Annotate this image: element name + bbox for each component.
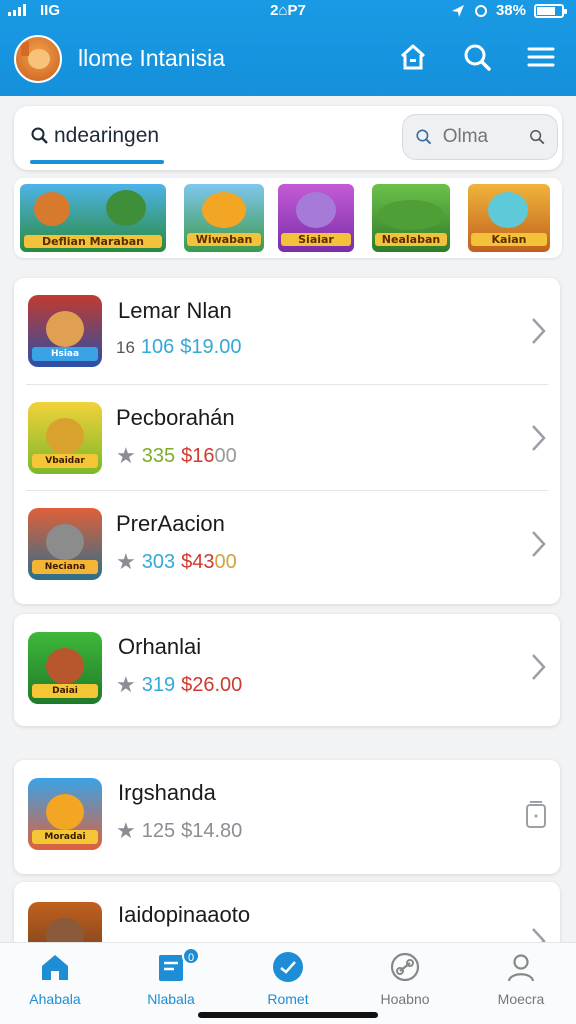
featured-label: Wiwaban [187, 233, 261, 246]
game-row[interactable]: Vbaidar Pecborahán ★ 335 $1600 [26, 384, 548, 490]
menu-button[interactable] [524, 40, 558, 74]
status-bar: IIG 2⌂P7 38% [0, 0, 576, 24]
game-meta: ★ 125 $14.80 [116, 818, 242, 844]
featured-label: Kaian [471, 233, 547, 246]
game-name: Iaidopinaaoto [118, 902, 251, 927]
game-count: 106 [140, 336, 175, 358]
nav-item-5[interactable]: Moecra [466, 949, 576, 1007]
search-button[interactable] [460, 40, 494, 74]
game-list-card: Hsiaa Lemar Nlan 16 106 $19.00 Vbaidar P… [14, 278, 560, 604]
game-name: Lemar Nlan [118, 298, 232, 323]
featured-game-1[interactable]: Deflian Maraban [20, 184, 166, 252]
search-icon [416, 129, 432, 145]
game-thumbnail: Moradai [28, 778, 102, 850]
app-title: llome Intanisia [78, 45, 226, 71]
game-name: PrerAacion [116, 511, 225, 536]
app-header: IIG 2⌂P7 38% llome Intanisia [0, 0, 576, 96]
featured-game-4[interactable]: Nealaban [372, 184, 450, 252]
featured-game-2[interactable]: Wiwaban [184, 184, 264, 252]
nav-item-1[interactable]: Ahabala [0, 949, 110, 1007]
nav-badge: 0 [182, 947, 200, 965]
menu-icon [527, 47, 555, 67]
game-row[interactable]: Neciana PrerAacion ★ 303 $4300 [26, 490, 548, 596]
search-field[interactable] [402, 114, 558, 160]
game-price: $14.80 [181, 819, 243, 842]
featured-game-3[interactable]: Siaiar [278, 184, 354, 252]
home-button[interactable] [396, 40, 430, 74]
game-thumbnail: Daiai [28, 632, 102, 704]
star-icon: ★ [116, 549, 136, 574]
bottom-nav: Ahabala 0 Nlabala Romet Hoabno Moecra [0, 942, 576, 1024]
game-count: 125 [141, 819, 176, 842]
game-thumbnail: Hsiaa [28, 295, 102, 367]
game-name: Irgshanda [118, 780, 216, 805]
location-icon [451, 4, 464, 17]
chevron-right-icon[interactable] [528, 652, 548, 682]
battery-icon [534, 3, 567, 18]
game-row[interactable]: Hsiaa Lemar Nlan 16 106 $19.00 [14, 278, 560, 384]
nav-label: Hoabno [380, 991, 430, 1007]
star-icon: ★ [116, 443, 136, 468]
search-icon [464, 44, 491, 71]
game-count: 319 [141, 673, 176, 696]
game-name: Orhanlai [118, 634, 202, 659]
featured-label: Nealaban [375, 233, 447, 246]
game-price: $26.00 [181, 673, 243, 696]
home-icon [42, 955, 68, 980]
featured-label: Siaiar [281, 233, 351, 246]
home-icon [400, 44, 426, 70]
featured-game-5[interactable]: Kaian [468, 184, 550, 252]
app-logo [14, 35, 62, 83]
game-count: 335 [141, 444, 176, 467]
search-icon [31, 127, 48, 144]
nav-item-3[interactable]: Romet [233, 949, 343, 1007]
alarm-icon [474, 4, 487, 17]
chevron-right-icon[interactable] [528, 529, 548, 559]
bookmark-icon[interactable] [524, 800, 548, 830]
game-price: $1600 [181, 444, 237, 467]
game-row[interactable]: Daiai Orhanlai ★ 319 $26.00 [14, 614, 560, 726]
game-rating: 16 [116, 337, 135, 357]
game-price: $19.00 [180, 336, 242, 358]
link-icon [390, 952, 420, 982]
nav-label: Moecra [497, 991, 545, 1007]
featured-games-strip: Deflian Maraban Wiwaban Siaiar Nealaban … [14, 178, 562, 258]
home-indicator [198, 1012, 378, 1018]
nav-item-2[interactable]: 0 Nlabala [116, 947, 226, 1007]
game-meta: 16 106 $19.00 [116, 336, 241, 359]
nav-item-4[interactable]: Hoabno [350, 949, 460, 1007]
game-list-card: Moradai Irgshanda ★ 125 $14.80 [14, 760, 560, 874]
search-card: ndearingen [14, 106, 562, 170]
game-thumbnail: Vbaidar [28, 402, 102, 474]
nav-label: Ahabala [29, 991, 81, 1007]
check-circle-icon [273, 952, 303, 982]
game-count: 303 [141, 550, 176, 573]
game-name: Pecborahán [116, 405, 235, 430]
search-tab[interactable]: ndearingen [30, 124, 159, 148]
search-tab-label: ndearingen [54, 124, 160, 147]
person-icon [507, 954, 535, 982]
game-row[interactable]: Moradai Irgshanda ★ 125 $14.80 [14, 760, 560, 874]
game-meta: ★ 335 $1600 [116, 443, 237, 469]
star-icon: ★ [116, 818, 136, 843]
game-price: $4300 [181, 550, 237, 573]
game-meta: ★ 319 $26.00 [116, 672, 242, 698]
game-list-card: Daiai Orhanlai ★ 319 $26.00 [14, 614, 560, 726]
chevron-right-icon[interactable] [528, 316, 548, 346]
game-thumbnail: Neciana [28, 508, 102, 580]
featured-label: Deflian Maraban [24, 235, 162, 248]
chevron-right-icon[interactable] [528, 423, 548, 453]
search-submit-icon[interactable] [529, 126, 545, 148]
nav-label: Romet [267, 991, 309, 1007]
game-meta: ★ 303 $4300 [116, 549, 237, 575]
battery-percent: 38% [495, 2, 526, 19]
search-input[interactable] [442, 126, 519, 148]
star-icon: ★ [116, 672, 136, 697]
nav-label: Nlabala [147, 991, 195, 1007]
active-tab-underline [30, 160, 164, 164]
